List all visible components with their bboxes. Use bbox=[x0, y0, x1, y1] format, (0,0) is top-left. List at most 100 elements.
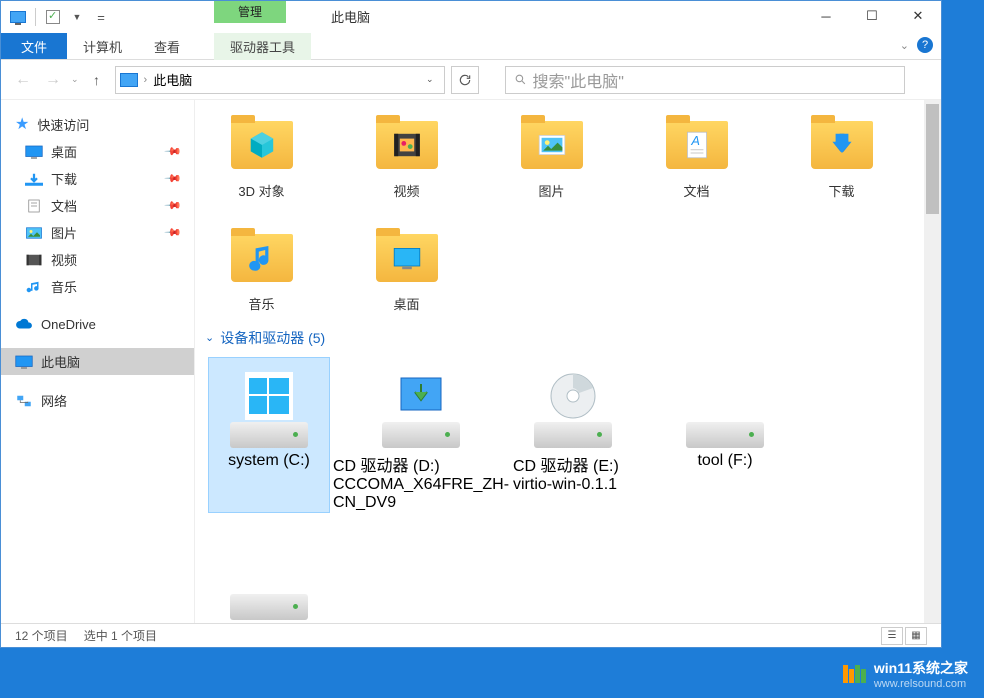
contextual-tab-group-label: 管理 bbox=[214, 1, 286, 23]
qat-dropdown-icon[interactable]: ▼ bbox=[66, 6, 88, 28]
status-item-count: 12 个项目 bbox=[15, 627, 68, 644]
cloud-icon bbox=[15, 316, 33, 332]
video-icon bbox=[25, 252, 43, 268]
status-bar: 12 个项目 选中 1 个项目 ☰ ▦ bbox=[1, 623, 941, 647]
folder-music[interactable]: 音乐 bbox=[209, 223, 314, 314]
sidebar-item-documents[interactable]: 文档 📌 bbox=[1, 192, 194, 219]
view-thumbnails-button[interactable]: ▦ bbox=[905, 627, 927, 645]
drive-label: CD 驱动器 (D:) CCCOMA_X64FRE_ZH-CN_DV9 bbox=[333, 452, 509, 512]
download-arrow-icon bbox=[823, 129, 861, 161]
cd-install-icon bbox=[397, 372, 445, 420]
sidebar-quick-access[interactable]: ★ 快速访问 bbox=[1, 110, 194, 138]
chevron-down-icon: ⌄ bbox=[205, 331, 214, 344]
navigation-bar: ← → ⌄ ↑ › 此电脑 ⌄ 搜索"此电脑" bbox=[1, 60, 941, 100]
sidebar-item-label: 音乐 bbox=[51, 277, 77, 296]
folder-downloads[interactable]: 下载 bbox=[789, 110, 894, 201]
qat-pc-icon[interactable] bbox=[7, 6, 29, 28]
ribbon-tab-drive-tools[interactable]: 驱动器工具 bbox=[214, 33, 311, 60]
sidebar-onedrive[interactable]: OneDrive bbox=[1, 312, 194, 336]
ribbon-expand-icon[interactable]: ⌄ bbox=[900, 39, 909, 52]
sidebar-item-label: OneDrive bbox=[41, 317, 96, 332]
sidebar-item-label: 桌面 bbox=[51, 142, 77, 161]
hdd-icon bbox=[230, 422, 308, 448]
pc-icon bbox=[15, 354, 33, 370]
sidebar-item-label: 网络 bbox=[41, 391, 67, 410]
search-placeholder: 搜索"此电脑" bbox=[533, 68, 624, 92]
help-icon[interactable]: ? bbox=[917, 37, 933, 53]
back-button[interactable]: ← bbox=[11, 68, 35, 92]
music-icon bbox=[25, 279, 43, 295]
section-title: 设备和驱动器 (5) bbox=[220, 328, 325, 348]
pin-icon: 📌 bbox=[164, 223, 183, 242]
drive-label: system (C:) bbox=[228, 452, 310, 470]
photo-icon bbox=[533, 129, 571, 161]
cd-drive-icon bbox=[534, 422, 612, 448]
drive-cd-d[interactable]: CD 驱动器 (D:) CCCOMA_X64FRE_ZH-CN_DV9 bbox=[361, 358, 481, 512]
folder-videos[interactable]: 视频 bbox=[354, 110, 459, 201]
folder-label: 3D 对象 bbox=[238, 184, 284, 201]
explorer-window: ▼ = 管理 此电脑 ─ ☐ ✕ 文件 计算机 查看 驱动器工具 ⌄ ? ← →… bbox=[0, 0, 942, 648]
sidebar-item-label: 文档 bbox=[51, 196, 77, 215]
folder-pictures[interactable]: 图片 bbox=[499, 110, 604, 201]
sidebar-this-pc[interactable]: 此电脑 bbox=[1, 348, 194, 375]
pin-icon: 📌 bbox=[164, 196, 183, 215]
address-bar[interactable]: › 此电脑 ⌄ bbox=[115, 66, 445, 94]
content-pane: 3D 对象 视频 图片 A 文档 下载 bbox=[195, 100, 941, 630]
breadcrumb-this-pc[interactable]: 此电脑 bbox=[153, 70, 192, 89]
minimize-button[interactable]: ─ bbox=[803, 1, 849, 31]
hdd-icon bbox=[230, 594, 308, 620]
drive-cd-e[interactable]: CD 驱动器 (E:) virtio-win-0.1.1 bbox=[513, 358, 633, 512]
svg-text:A: A bbox=[690, 133, 700, 148]
drive-system-c[interactable]: system (C:) bbox=[209, 358, 329, 512]
pictures-icon bbox=[25, 225, 43, 241]
note-icon bbox=[243, 242, 281, 274]
view-details-button[interactable]: ☰ bbox=[881, 627, 903, 645]
sidebar-item-label: 图片 bbox=[51, 223, 77, 242]
devices-section-header[interactable]: ⌄ 设备和驱动器 (5) bbox=[195, 324, 941, 352]
sidebar-network[interactable]: 网络 bbox=[1, 387, 194, 414]
maximize-button[interactable]: ☐ bbox=[849, 1, 895, 31]
sidebar-label: 快速访问 bbox=[37, 115, 89, 134]
quick-access-toolbar: ▼ = bbox=[1, 6, 112, 28]
cd-disc-icon bbox=[549, 372, 597, 420]
ribbon-tab-file[interactable]: 文件 bbox=[1, 33, 67, 59]
folder-desktop[interactable]: 桌面 bbox=[354, 223, 459, 314]
film-icon bbox=[388, 129, 426, 161]
sidebar-item-label: 此电脑 bbox=[41, 352, 80, 371]
ribbon-tab-computer[interactable]: 计算机 bbox=[67, 33, 138, 59]
sidebar-item-downloads[interactable]: 下载 📌 bbox=[1, 165, 194, 192]
sidebar-item-desktop[interactable]: 桌面 📌 bbox=[1, 138, 194, 165]
refresh-button[interactable] bbox=[451, 66, 479, 94]
sidebar-item-label: 下载 bbox=[51, 169, 77, 188]
drive-movie-g[interactable]: movie (G:) bbox=[209, 530, 329, 630]
ribbon-tab-view[interactable]: 查看 bbox=[138, 33, 196, 59]
sidebar-item-videos[interactable]: 视频 bbox=[1, 246, 194, 273]
drive-label: CD 驱动器 (E:) virtio-win-0.1.1 bbox=[513, 452, 633, 494]
cube-icon bbox=[243, 129, 281, 161]
search-input[interactable]: 搜索"此电脑" bbox=[505, 66, 905, 94]
vertical-scrollbar[interactable] bbox=[924, 100, 941, 630]
close-button[interactable]: ✕ bbox=[895, 1, 941, 31]
watermark-logo-icon bbox=[843, 665, 866, 683]
qat-overflow-icon[interactable]: = bbox=[90, 6, 112, 28]
drive-label: tool (F:) bbox=[697, 452, 752, 470]
drive-tool-f[interactable]: tool (F:) bbox=[665, 358, 785, 512]
document-icon bbox=[25, 198, 43, 214]
folder-3d-objects[interactable]: 3D 对象 bbox=[209, 110, 314, 201]
folder-label: 下载 bbox=[828, 184, 854, 201]
scroll-thumb[interactable] bbox=[926, 104, 939, 214]
download-icon bbox=[25, 171, 43, 187]
doc-icon: A bbox=[678, 129, 716, 161]
sidebar-item-music[interactable]: 音乐 bbox=[1, 273, 194, 300]
cd-drive-icon bbox=[382, 422, 460, 448]
address-dropdown-icon[interactable]: ⌄ bbox=[420, 74, 440, 85]
monitor-icon bbox=[388, 242, 426, 274]
forward-button[interactable]: → bbox=[41, 68, 65, 92]
sidebar-item-pictures[interactable]: 图片 📌 bbox=[1, 219, 194, 246]
qat-properties-icon[interactable] bbox=[42, 6, 64, 28]
title-bar[interactable]: ▼ = 管理 此电脑 ─ ☐ ✕ bbox=[1, 1, 941, 33]
folder-documents[interactable]: A 文档 bbox=[644, 110, 749, 201]
history-dropdown-icon[interactable]: ⌄ bbox=[71, 74, 79, 85]
up-button[interactable]: ↑ bbox=[85, 68, 109, 92]
sidebar-item-label: 视频 bbox=[51, 250, 77, 269]
